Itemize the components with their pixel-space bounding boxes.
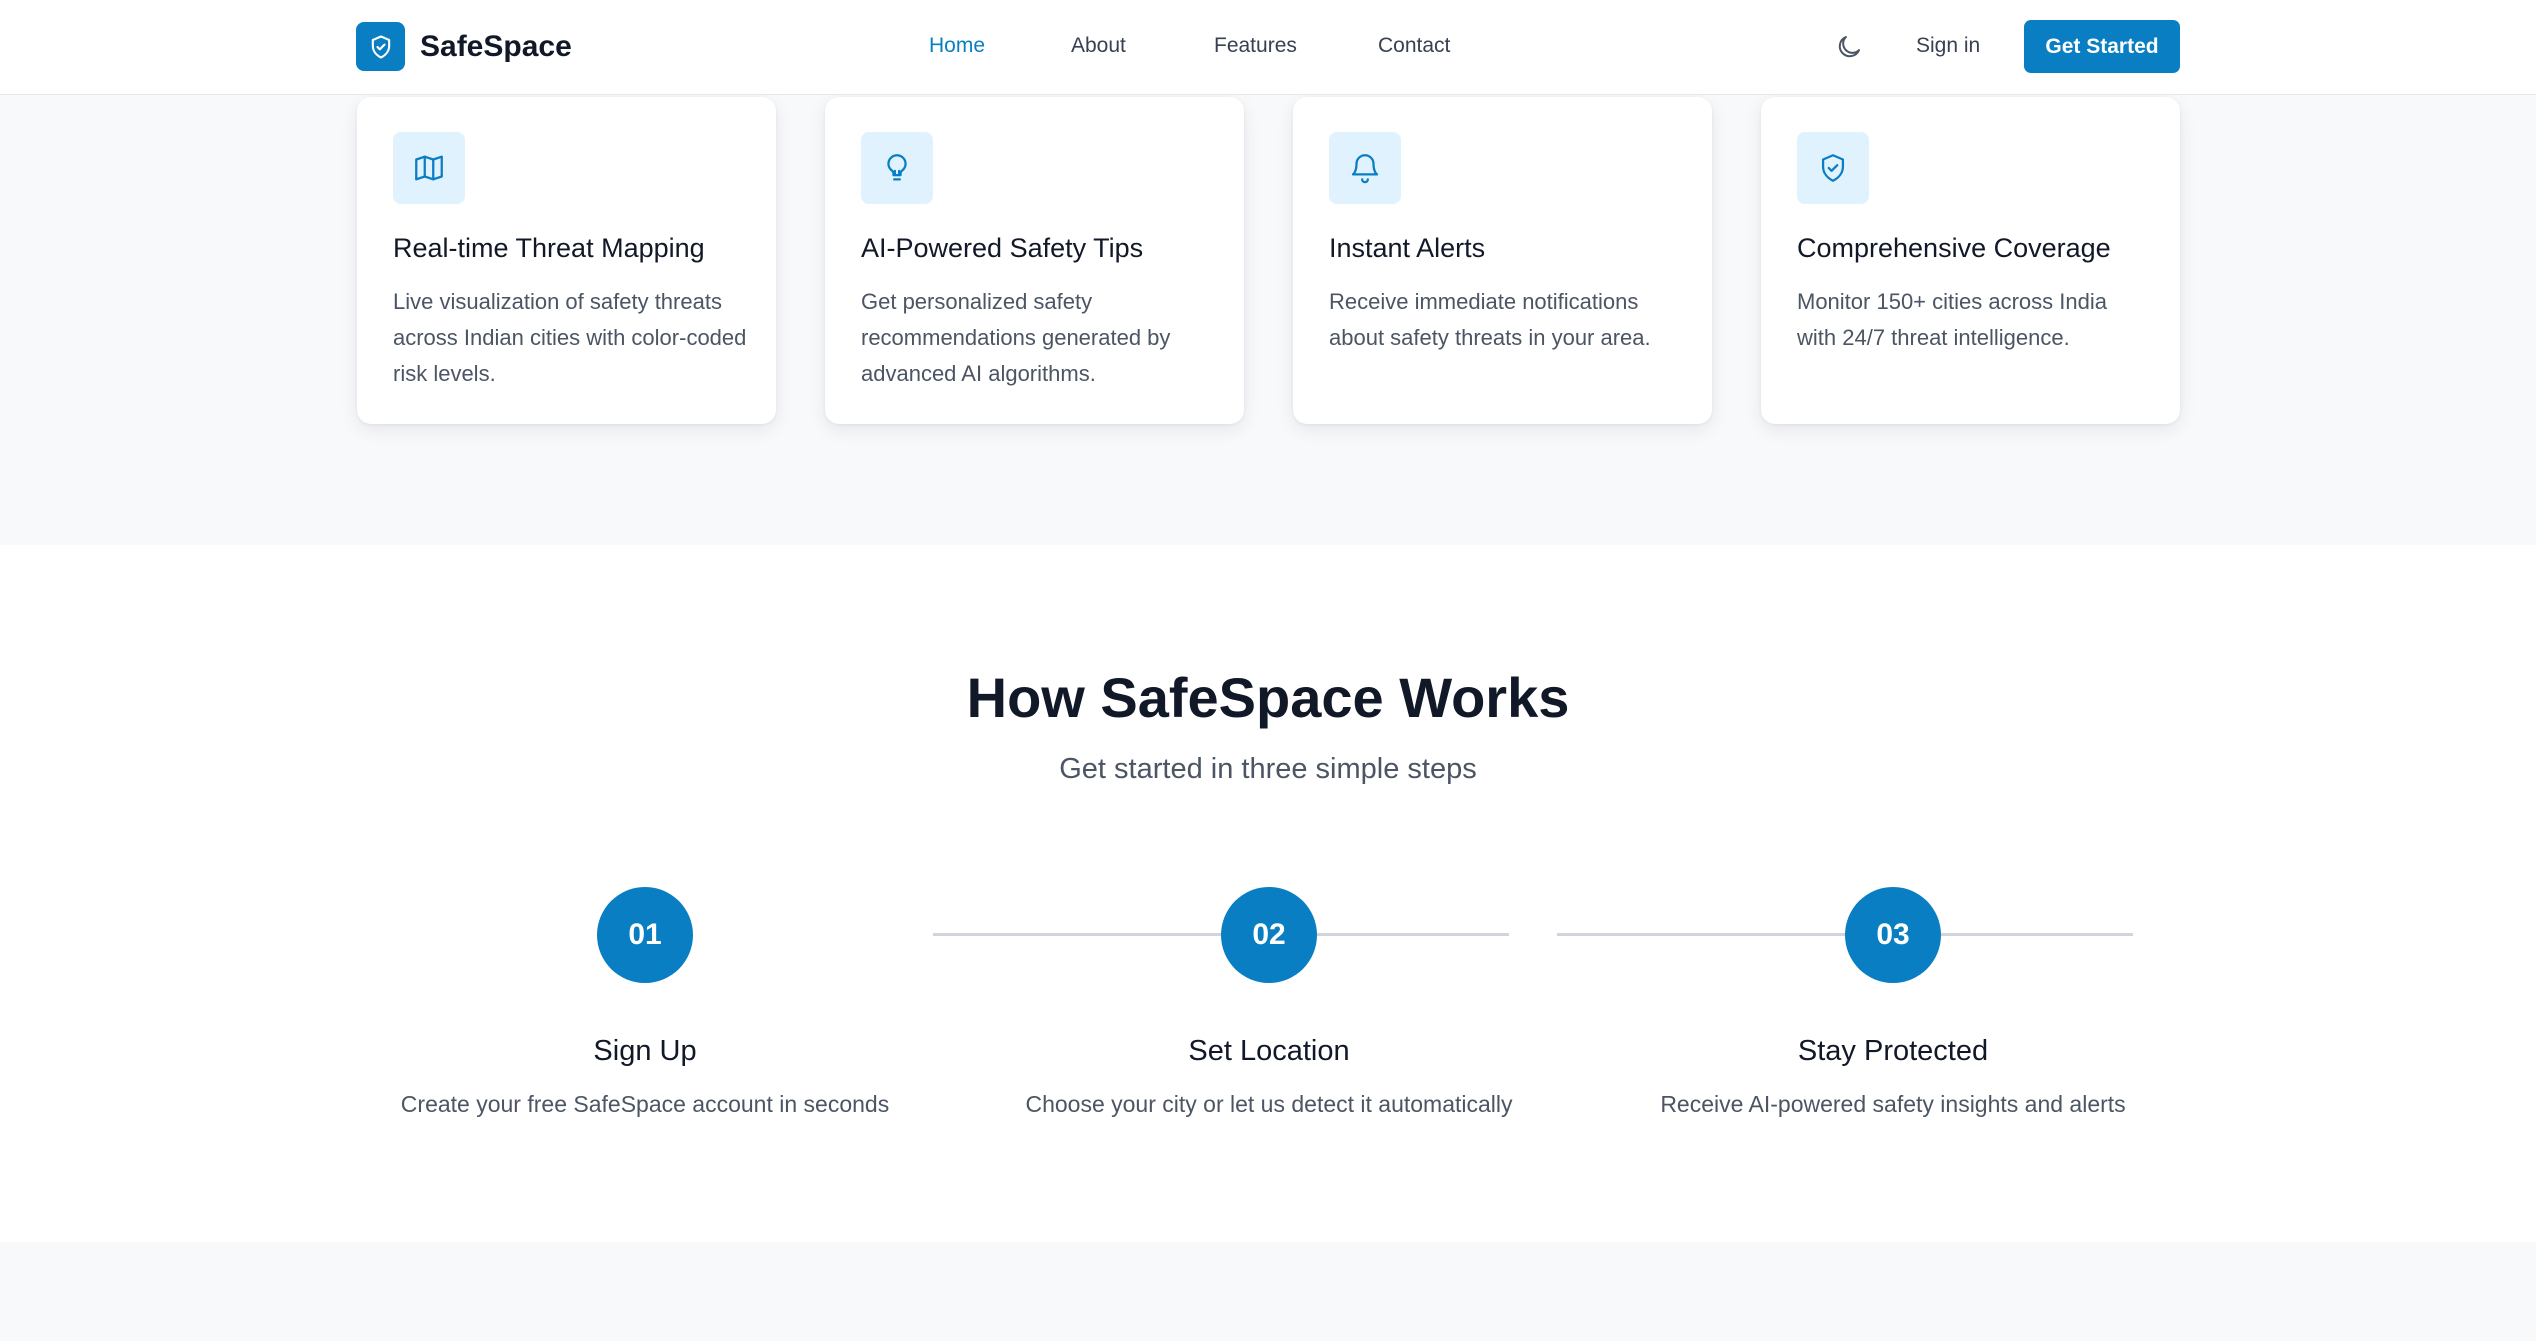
step-title: Sign Up — [593, 1035, 697, 1067]
feature-title: Real-time Threat Mapping — [393, 233, 705, 263]
feature-title: AI-Powered Safety Tips — [861, 233, 1144, 263]
section-title: How SafeSpace Works — [966, 666, 1570, 729]
shield-check-icon — [1797, 132, 1869, 204]
feature-description: Monitor 150+ cities across India with 24… — [1797, 289, 2107, 350]
moon-icon[interactable] — [1834, 32, 1864, 62]
step-description: Create your free SafeSpace account in se… — [400, 1091, 890, 1117]
brand-logo[interactable]: SafeSpace — [356, 22, 572, 71]
step-number: 02 — [1221, 887, 1317, 983]
step-title: Stay Protected — [1797, 1035, 1989, 1067]
site-header: SafeSpace Home About Features Contact Si… — [0, 0, 2536, 95]
section-subtitle: Get started in three simple steps — [1059, 753, 1477, 785]
shield-logo-icon — [356, 22, 405, 71]
step-description: Choose your city or let us detect it aut… — [1025, 1091, 1513, 1117]
feature-card: Instant Alerts Receive immediate notific… — [1293, 97, 1712, 424]
step-number: 03 — [1845, 887, 1941, 983]
bell-icon — [1329, 132, 1401, 204]
feature-card: Comprehensive Coverage Monitor 150+ citi… — [1761, 97, 2180, 424]
sign-in-link[interactable]: Sign in — [1916, 34, 1980, 58]
nav-about[interactable]: About — [1071, 34, 1126, 58]
nav-contact[interactable]: Contact — [1378, 34, 1450, 58]
step-title: Set Location — [1188, 1035, 1350, 1067]
how-it-works-section: How SafeSpace Works Get started in three… — [0, 545, 2536, 1242]
step-description: Receive AI-powered safety insights and a… — [1660, 1091, 2126, 1117]
feature-description: Get personalized safety recommendations … — [861, 289, 1171, 386]
nav-features[interactable]: Features — [1214, 34, 1297, 58]
feature-description: Live visualization of safety threats acr… — [393, 289, 747, 386]
nav-home[interactable]: Home — [929, 34, 985, 58]
get-started-button[interactable]: Get Started — [2024, 20, 2180, 73]
feature-card: AI-Powered Safety Tips Get personalized … — [825, 97, 1244, 424]
map-icon — [393, 132, 465, 204]
lightbulb-icon — [861, 132, 933, 204]
features-section: Real-time Threat Mapping Live visualizat… — [0, 95, 2536, 545]
next-section — [0, 1242, 2536, 1341]
step-number: 01 — [597, 887, 693, 983]
feature-title: Instant Alerts — [1329, 233, 1486, 263]
feature-description: Receive immediate notifications about sa… — [1329, 289, 1651, 350]
feature-title: Comprehensive Coverage — [1797, 233, 2111, 263]
brand-name: SafeSpace — [420, 29, 572, 63]
feature-card: Real-time Threat Mapping Live visualizat… — [357, 97, 776, 424]
